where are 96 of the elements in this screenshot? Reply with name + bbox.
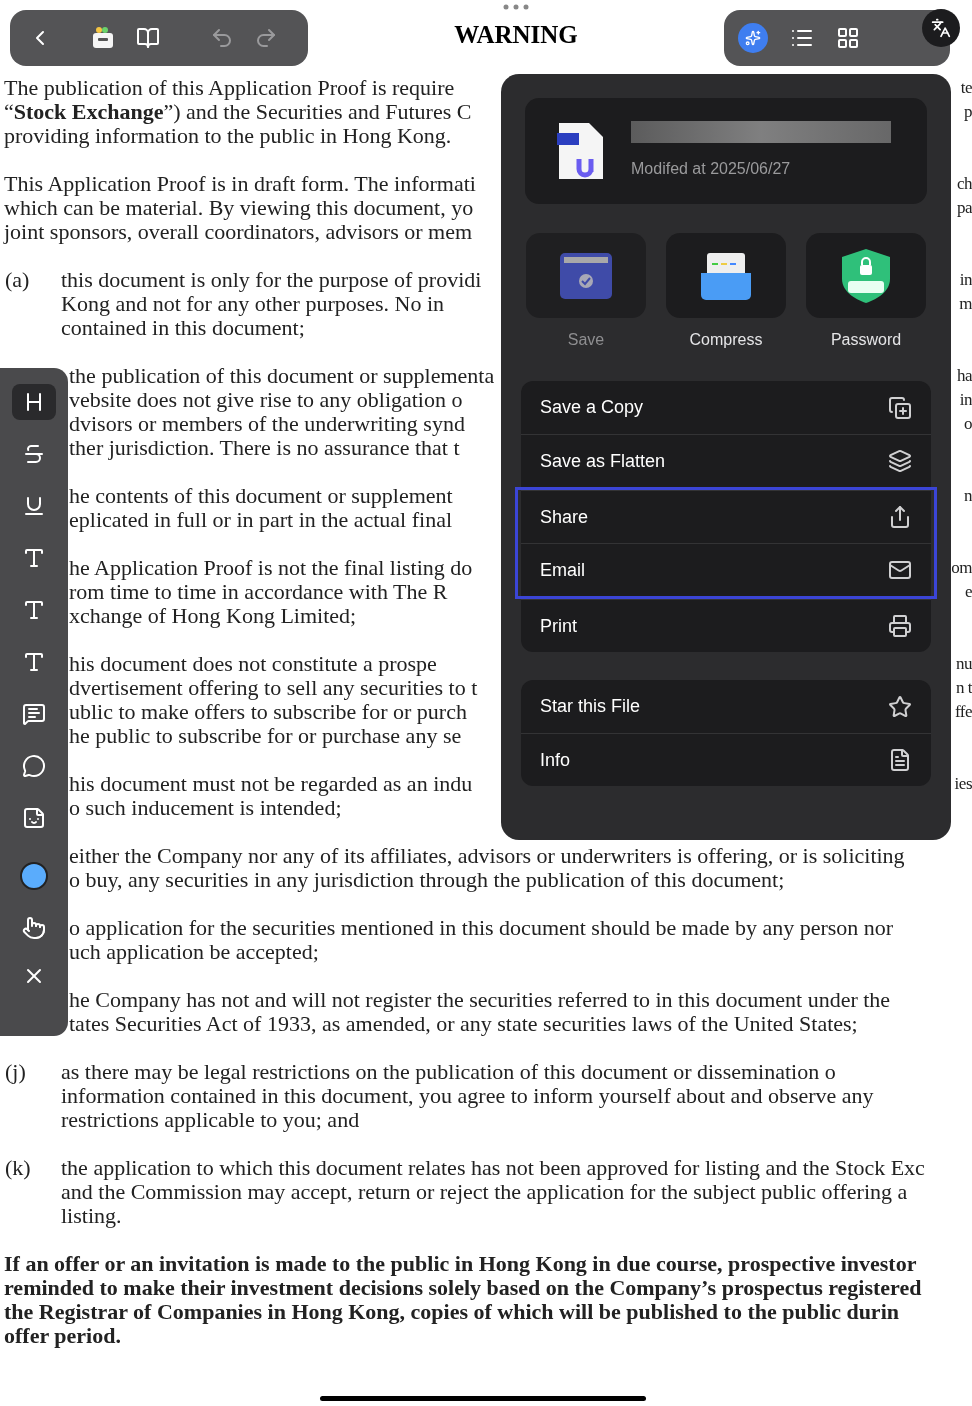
list-label: (j)	[5, 1060, 26, 1084]
document-line: te	[960, 77, 972, 99]
document-line: ies	[954, 773, 972, 795]
pdf-file-icon	[557, 121, 605, 181]
document-line: eplicated in full or in part in the actual final	[69, 508, 453, 532]
document-line: the application to which this document relates has not been approved for listing and the Stock Exc	[61, 1156, 925, 1180]
document-line: dvisors or members of the underwriting synd	[69, 412, 465, 436]
document-line: Kong and not for any other purposes. No in	[61, 292, 445, 316]
document-line: This Application Proof is in draft form. The informati	[4, 172, 476, 196]
document-line: his document must not be regarded as an indu	[69, 772, 473, 796]
document-line: ther jurisdiction. There is no assurance that t	[69, 436, 460, 460]
document-line: nu	[956, 653, 972, 675]
document-line: If an offer or an invitation is made to the public in Hong Kong in due course, prospective investor	[4, 1252, 917, 1276]
ai-assistant-icon[interactable]	[738, 23, 768, 53]
action-label: Password	[830, 330, 902, 350]
folder-icon[interactable]	[90, 25, 116, 51]
document-line: o	[964, 413, 972, 435]
page-heading: WARNING	[454, 20, 578, 50]
document-line: contained in this document;	[61, 316, 305, 340]
menu-item[interactable]: Share	[521, 490, 931, 543]
menu-item[interactable]: Email	[521, 543, 931, 596]
action-tile[interactable]	[806, 233, 926, 318]
translate-button[interactable]	[922, 9, 960, 47]
document-line: o application for the securities mentioned in this document should be made by any person nor	[69, 916, 894, 940]
document-line: e	[964, 581, 972, 603]
layers-icon	[888, 449, 912, 473]
document-line: om	[951, 557, 972, 579]
document-line: either the Company nor any of its affiliates, advisors or underwriters is offering, or is soliciting	[69, 844, 905, 868]
document-line: The publication of this Application Proof is require	[4, 76, 455, 100]
folder-check-icon	[560, 252, 612, 299]
drag-handle-icon[interactable]	[503, 4, 529, 10]
menu-item[interactable]: Save a Copy	[521, 381, 931, 434]
grid-icon[interactable]	[836, 26, 860, 50]
document-line: p	[964, 101, 972, 123]
document-line: he contents of this document or supplement	[69, 484, 453, 508]
document-line: in	[959, 389, 972, 411]
copy-plus-icon	[888, 395, 912, 420]
document-line: o such inducement is intended;	[69, 796, 342, 820]
list-label: (a)	[5, 268, 30, 292]
document-line: he public to subscribe for or purchase any se	[69, 724, 462, 748]
undo-icon[interactable]	[210, 26, 234, 50]
archive-tray-icon	[701, 250, 751, 301]
document-line: this document is only for the purpose of providi	[61, 268, 482, 292]
share-icon	[888, 505, 912, 529]
document-line: joint sponsors, overall coordinators, advisors or mem	[4, 220, 473, 244]
document-line: rom time to time in accordance with The R	[69, 580, 448, 604]
document-line: in	[959, 269, 972, 291]
document-line: ha	[956, 365, 972, 387]
document-line: xchange of Hong Kong Limited;	[69, 604, 357, 628]
mail-icon	[888, 558, 912, 582]
document-line: offer period.	[4, 1324, 121, 1348]
document-line: which can be material. By viewing this document, yo	[4, 196, 474, 220]
action-tile[interactable]	[666, 233, 786, 318]
star-icon	[888, 694, 912, 719]
document-line: n	[964, 485, 972, 507]
hand-pointer-icon[interactable]	[22, 916, 46, 940]
menu-item[interactable]: Star this File	[521, 680, 931, 733]
translate-icon	[931, 18, 951, 38]
menu-item[interactable]: Print	[521, 599, 931, 652]
document-line: uch application be accepted;	[69, 940, 319, 964]
document-line: ublic to make offers to subscribe for or purch	[69, 700, 467, 724]
color-swatch[interactable]	[20, 862, 48, 890]
menu-item[interactable]: Save as Flatten	[521, 434, 931, 487]
document-line: information contained in this document, you agree to inform yourself about and observe any	[61, 1084, 874, 1108]
document-line: the publication of this document or supplementa	[69, 364, 495, 388]
document-line: providing information to the public in Hong Kong.	[4, 124, 452, 148]
action-label: Compress	[689, 330, 763, 350]
document-line: tates Securities Act of 1933, as amended, or any state securities laws of the United States;	[69, 1012, 858, 1036]
document-line: restrictions applicable to you; and	[61, 1108, 360, 1132]
printer-icon	[888, 614, 912, 638]
document-line: the Registrar of Companies in Hong Kong, copies of which will be published to the public durin	[4, 1300, 899, 1324]
document-line: his document does not constitute a prospe	[69, 652, 437, 676]
document-icon	[888, 748, 912, 772]
document-line: ch	[956, 173, 972, 195]
document-line: m	[959, 293, 972, 315]
shield-lock-icon	[840, 248, 892, 303]
document-line: he Company has not and will not register the securities referred to in this document under the	[69, 988, 891, 1012]
document-line: o buy, any securities in any jurisdiction through the publication of this document;	[69, 868, 785, 892]
action-label: Save	[567, 330, 605, 350]
document-line: listing.	[61, 1204, 122, 1228]
modified-date: Modifed at 2025/06/27	[631, 159, 792, 179]
redo-icon[interactable]	[254, 26, 278, 50]
document-line: he Application Proof is not the final listing do	[69, 556, 473, 580]
menu-item[interactable]: Info	[521, 733, 931, 786]
document-line: and the Commission may accept, return or reject the application for the subject public offering a	[61, 1180, 908, 1204]
document-line: n t	[956, 677, 972, 699]
reader-mode-icon[interactable]	[136, 26, 160, 50]
document-line: vebsite does not give rise to any obligation o	[69, 388, 463, 412]
document-line: pa	[956, 197, 972, 219]
document-line: ffe	[954, 701, 972, 723]
document-line: as there may be legal restrictions on the publication of this document or dissemination o	[61, 1060, 836, 1084]
document-line: dvertisement offering to sell any securities to t	[69, 676, 478, 700]
document-line: reminded to make their investment decisions solely based on the Company’s prospectus registered	[4, 1276, 922, 1300]
list-label: (k)	[5, 1156, 31, 1180]
heading-tool-icon[interactable]	[12, 384, 56, 420]
document-line: “Stock Exchange”) and the Securities and Futures C	[4, 100, 472, 124]
